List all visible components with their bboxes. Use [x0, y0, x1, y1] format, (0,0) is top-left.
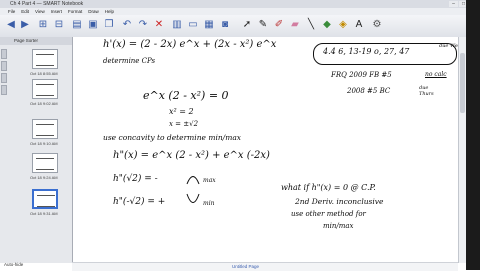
menu-view[interactable]: View — [35, 8, 45, 15]
second-derivative-at-neg-root: h"(-√2) = + — [113, 197, 166, 207]
note-other-method: use other method for — [291, 210, 366, 218]
page-thumbnail-label: Oct 18 9:10 AM — [30, 141, 58, 146]
note-what-if: what if h"(x) = 0 @ C.P. — [281, 183, 376, 192]
page-thumbnail-selected[interactable] — [32, 189, 58, 209]
window-title: Ch 4 Part 4 — SMART Notebook — [10, 1, 84, 7]
open-icon[interactable]: ▤ — [70, 18, 84, 32]
minimize-icon[interactable]: – — [449, 1, 458, 7]
delete-icon[interactable]: ✕ — [152, 18, 166, 32]
page-thumbnail-label: Oct 18 9:24 AM — [30, 175, 58, 180]
page-thumbnail[interactable] — [32, 119, 58, 139]
frq-due-thurs: due Thurs — [419, 85, 434, 97]
creative-pen-icon[interactable]: ✐ — [272, 18, 286, 32]
display-icon[interactable]: ▭ — [186, 18, 200, 32]
paste-icon[interactable]: ❐ — [102, 18, 116, 32]
forward-icon[interactable]: ▶ — [18, 18, 32, 32]
second-derivative-line: h"(x) = e^x (2 - x²) + e^x (-2x) — [113, 150, 270, 161]
pen-icon[interactable]: ✎ — [256, 18, 270, 32]
tab-page-sorter[interactable] — [1, 49, 7, 59]
page-thumbnail[interactable] — [32, 49, 58, 69]
menu-help[interactable]: Help — [105, 8, 114, 15]
scrollbar-thumb[interactable] — [460, 53, 465, 113]
menu-insert[interactable]: Insert — [51, 8, 62, 15]
equation-set-zero: e^x (2 - x²) = 0 — [143, 89, 229, 102]
shape-icon[interactable]: ◆ — [320, 18, 334, 32]
frq-note-no-calc: no calc — [425, 71, 447, 78]
sidebar-tabs — [0, 47, 8, 97]
derivative-line: h'(x) = (2 - 2x) e^x + (2x - x²) e^x — [103, 39, 277, 50]
page-thumbnail[interactable] — [32, 153, 58, 173]
menu-edit[interactable]: Edit — [21, 8, 29, 15]
document-camera-icon[interactable]: ◙ — [218, 18, 232, 32]
save-icon[interactable]: ▣ — [86, 18, 100, 32]
equation-x-root: x = ±√2 — [169, 120, 199, 128]
properties-icon[interactable]: ⚙ — [370, 18, 384, 32]
tab-attachments[interactable] — [1, 73, 7, 83]
page-thumbnail[interactable] — [32, 79, 58, 99]
screen-shade-icon[interactable]: ▥ — [170, 18, 184, 32]
table-icon[interactable]: ▦ — [202, 18, 216, 32]
concave-down-arc — [186, 176, 200, 185]
page-sorter-sidebar: Page Sorter Oct 18 8:55 AM Oct 18 9:02 A… — [0, 37, 73, 263]
concave-up-arc — [186, 193, 200, 203]
text-icon[interactable]: A — [352, 18, 366, 32]
tab-properties[interactable] — [1, 85, 7, 95]
back-icon[interactable]: ◀ — [4, 18, 18, 32]
frq-assignment-1: FRQ 2009 FB #5 — [331, 71, 392, 79]
tab-gallery[interactable] — [1, 61, 7, 71]
frq-assignment-2: 2008 #5 BC — [347, 87, 391, 95]
note-inconclusive: 2nd Deriv. inconclusive — [295, 197, 384, 206]
note-concavity: use concavity to determine min/max — [103, 133, 242, 142]
add-page-icon[interactable]: ⊞ — [36, 18, 50, 32]
autohide-checkbox[interactable]: Auto-hide — [4, 262, 23, 267]
screen-edge — [466, 0, 480, 270]
line-icon[interactable]: ╲ — [304, 18, 318, 32]
menu-draw[interactable]: Draw — [88, 8, 99, 15]
page-thumbnail-label: Oct 18 9:31 AM — [30, 211, 58, 216]
toolbar: ◀ ▶ ⊞ ⊟ ▤ ▣ ❐ ↶ ↷ ✕ ▥ ▭ ▦ ◙ ➚ ✎ ✐ ▰ ╲ ◆ … — [0, 15, 480, 38]
menu-format[interactable]: Format — [68, 8, 82, 15]
second-derivative-at-root: h"(√2) = - — [113, 174, 158, 184]
fill-icon[interactable]: ◈ — [336, 18, 350, 32]
homework-assignment: 4.4 6, 13-19 o, 27, 47 — [323, 47, 410, 56]
whiteboard-canvas[interactable]: h'(x) = (2 - 2x) e^x + (2x - x²) e^x det… — [73, 37, 461, 262]
note-min-max: min/max — [323, 222, 354, 230]
equation-x-squared: x² = 2 — [169, 107, 194, 116]
note-determine-cps: determine CPs — [103, 57, 156, 65]
delete-page-icon[interactable]: ⊟ — [52, 18, 66, 32]
page-thumbnail-label: Oct 18 8:55 AM — [30, 71, 58, 76]
label-min: min — [203, 200, 215, 207]
eraser-icon[interactable]: ▰ — [288, 18, 302, 32]
page-thumbnail-label: Oct 18 9:02 AM — [30, 101, 58, 106]
menu-file[interactable]: File — [8, 8, 15, 15]
undo-icon[interactable]: ↶ — [120, 18, 134, 32]
redo-icon[interactable]: ↷ — [136, 18, 150, 32]
select-icon[interactable]: ➚ — [240, 18, 254, 32]
menu-bar: File Edit View Insert Format Draw Help — [0, 8, 480, 15]
label-max: max — [203, 177, 216, 184]
sidebar-header: Page Sorter — [0, 37, 72, 45]
